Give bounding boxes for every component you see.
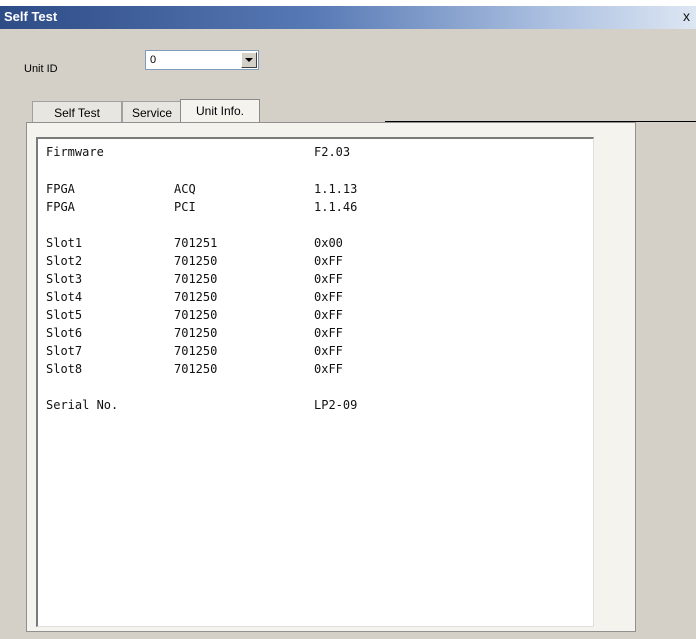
chevron-down-icon[interactable] — [241, 52, 257, 68]
slot-label: Slot1 — [46, 236, 83, 250]
close-icon[interactable]: x — [679, 9, 694, 24]
unit-info-list[interactable]: Firmware F2.03 FPGA ACQ 1.1.13 FPGA PCI … — [36, 137, 594, 627]
tab-service[interactable]: Service — [122, 101, 182, 123]
firmware-label: Firmware — [46, 145, 104, 159]
slot-model: 701251 — [174, 236, 218, 250]
fpga-version: 1.1.46 — [314, 200, 358, 214]
slot-status: 0xFF — [314, 272, 343, 286]
tab-self-test[interactable]: Self Test — [32, 101, 122, 123]
firmware-value: F2.03 — [314, 145, 351, 159]
window-title: Self Test — [4, 9, 58, 24]
fpga-label: FPGA — [46, 200, 75, 214]
unit-id-value: 0 — [150, 54, 157, 66]
slot-model: 701250 — [174, 344, 218, 358]
slot-label: Slot5 — [46, 308, 83, 322]
fpga-type: ACQ — [174, 182, 196, 196]
window-titlebar: Self Test x — [0, 6, 696, 29]
slot-model: 701250 — [174, 290, 218, 304]
fpga-version: 1.1.13 — [314, 182, 358, 196]
slot-model: 701250 — [174, 272, 218, 286]
slot-label: Slot8 — [46, 362, 83, 376]
slot-status: 0xFF — [314, 344, 343, 358]
slot-status: 0xFF — [314, 254, 343, 268]
slot-status: 0xFF — [314, 308, 343, 322]
serial-label: Serial No. — [46, 398, 119, 412]
callout-leader-line — [385, 121, 696, 122]
slot-label: Slot4 — [46, 290, 83, 304]
fpga-label: FPGA — [46, 182, 75, 196]
unit-id-select[interactable]: 0 — [145, 50, 259, 70]
slot-status: 0xFF — [314, 290, 343, 304]
slot-model: 701250 — [174, 308, 218, 322]
slot-status: 0xFF — [314, 362, 343, 376]
unit-id-label: Unit ID — [24, 63, 58, 75]
fpga-type: PCI — [174, 200, 196, 214]
slot-label: Slot6 — [46, 326, 83, 340]
slot-model: 701250 — [174, 362, 218, 376]
slot-label: Slot2 — [46, 254, 83, 268]
slot-label: Slot3 — [46, 272, 83, 286]
slot-status: 0xFF — [314, 326, 343, 340]
slot-model: 701250 — [174, 326, 218, 340]
slot-status: 0x00 — [314, 236, 343, 250]
slot-label: Slot7 — [46, 344, 83, 358]
tab-unit-info[interactable]: Unit Info. — [180, 99, 260, 124]
serial-value: LP2-09 — [314, 398, 358, 412]
slot-model: 701250 — [174, 254, 218, 268]
